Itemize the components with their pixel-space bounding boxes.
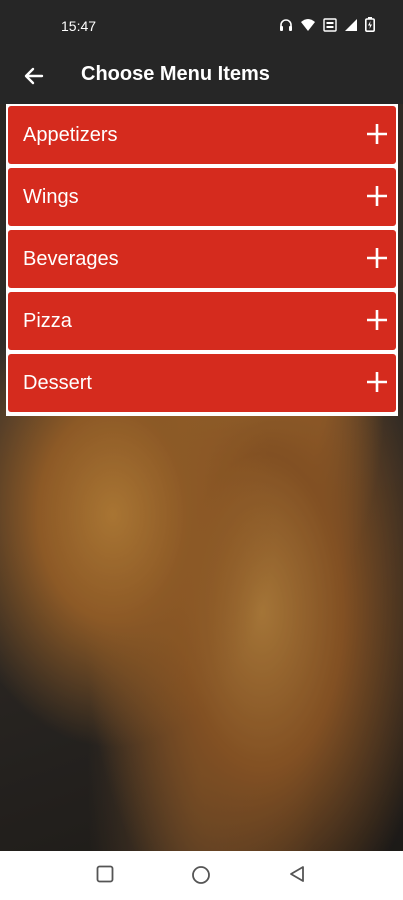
menu-item-label: Wings — [23, 186, 79, 208]
menu-item-label: Dessert — [23, 372, 92, 394]
menu-item-label: Pizza — [23, 310, 72, 332]
status-time: 15:47 — [61, 18, 97, 34]
menu-item-pizza[interactable]: Pizza — [8, 292, 396, 350]
page-title: Choose Menu Items — [81, 63, 270, 85]
plus-icon[interactable] — [364, 307, 390, 333]
menu-item-dessert[interactable]: Dessert — [8, 354, 396, 412]
back-triangle-icon[interactable] — [288, 865, 306, 883]
menu-item-beverages[interactable]: Beverages — [8, 230, 396, 288]
status-icons — [279, 17, 375, 32]
menu-item-label: Appetizers — [23, 124, 118, 146]
status-bar: 15:47 — [0, 0, 403, 52]
home-circle-icon[interactable] — [191, 865, 211, 885]
volte-icon — [323, 17, 337, 32]
plus-icon[interactable] — [364, 183, 390, 209]
battery-icon — [365, 17, 375, 32]
headphones-icon — [280, 18, 292, 31]
plus-icon[interactable] — [364, 369, 390, 395]
back-arrow-icon[interactable] — [20, 62, 48, 90]
menu-item-wings[interactable]: Wings — [8, 168, 396, 226]
recents-square-icon[interactable] — [96, 865, 114, 883]
system-nav-bar — [0, 851, 403, 900]
app-bar: Choose Menu Items — [0, 52, 403, 104]
menu-list: Appetizers Wings Beverages Pizza Dessert — [6, 104, 398, 416]
signal-icon — [345, 18, 357, 31]
pizza-background-image: Appetizers Wings Beverages Pizza Dessert — [0, 104, 403, 851]
plus-icon[interactable] — [364, 245, 390, 271]
menu-item-label: Beverages — [23, 248, 119, 270]
menu-item-appetizers[interactable]: Appetizers — [8, 106, 396, 164]
plus-icon[interactable] — [364, 121, 390, 147]
wifi-icon — [301, 18, 315, 31]
